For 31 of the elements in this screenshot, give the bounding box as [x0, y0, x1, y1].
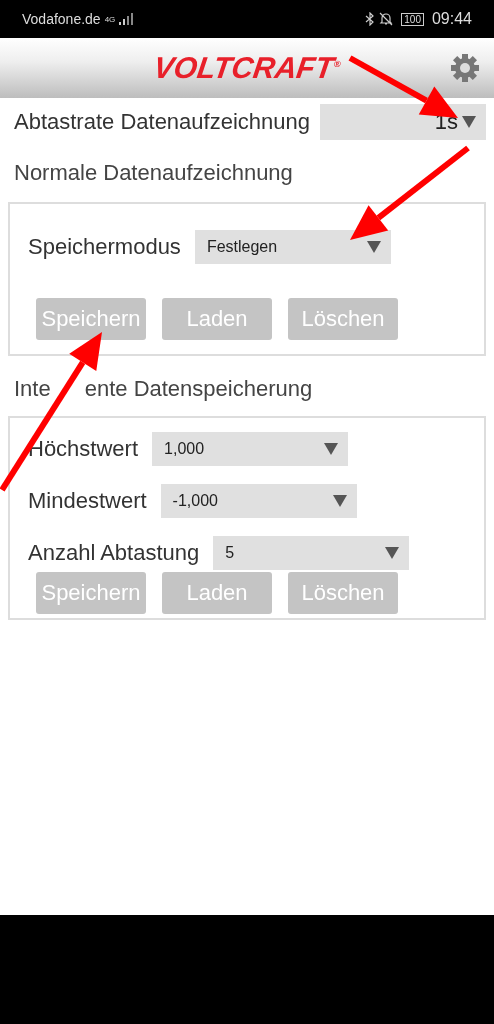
dropdown-caret-icon — [332, 495, 347, 507]
action-button[interactable]: Speichern — [36, 572, 146, 614]
dropdown-caret-icon — [385, 547, 400, 559]
network-type: 4G — [104, 14, 116, 24]
action-button[interactable]: Speichern — [36, 298, 146, 340]
sample-rate-label: Abtastrate Datenaufzeichnung — [14, 109, 310, 135]
value-dropdown[interactable]: 1,000 — [152, 432, 349, 466]
action-button[interactable]: Löschen — [288, 298, 398, 340]
signal-icon — [119, 13, 136, 25]
battery-indicator: 100 — [401, 12, 424, 26]
bluetooth-icon — [365, 12, 376, 26]
field-label: Speichermodus — [28, 234, 181, 260]
settings-icon[interactable] — [450, 53, 480, 83]
action-button[interactable]: Laden — [162, 572, 272, 614]
section-title: Normale Datenaufzeichnung — [14, 160, 293, 186]
value-dropdown[interactable]: 5 — [213, 536, 410, 570]
section-title: ente Datenspeicherung — [84, 376, 313, 402]
field-label: Mindestwert — [28, 488, 147, 514]
value-dropdown[interactable]: -1,000 — [160, 484, 357, 518]
brand-logo: VOLTCRAFT$^{®}$ — [151, 51, 343, 85]
dropdown-caret-icon — [462, 116, 476, 128]
field-label: Höchstwert — [28, 436, 139, 462]
action-button[interactable]: Löschen — [288, 572, 398, 614]
section-title: Inte — [14, 376, 51, 402]
field-label: Anzahl Abtastung — [28, 540, 200, 566]
bell-muted-icon — [379, 12, 394, 26]
carrier-name: Vodafone.de — [22, 11, 101, 27]
dropdown-caret-icon — [324, 443, 339, 455]
value-dropdown[interactable]: Festlegen — [194, 230, 391, 264]
clock: 09:44 — [431, 10, 472, 28]
action-button[interactable]: Laden — [162, 298, 272, 340]
